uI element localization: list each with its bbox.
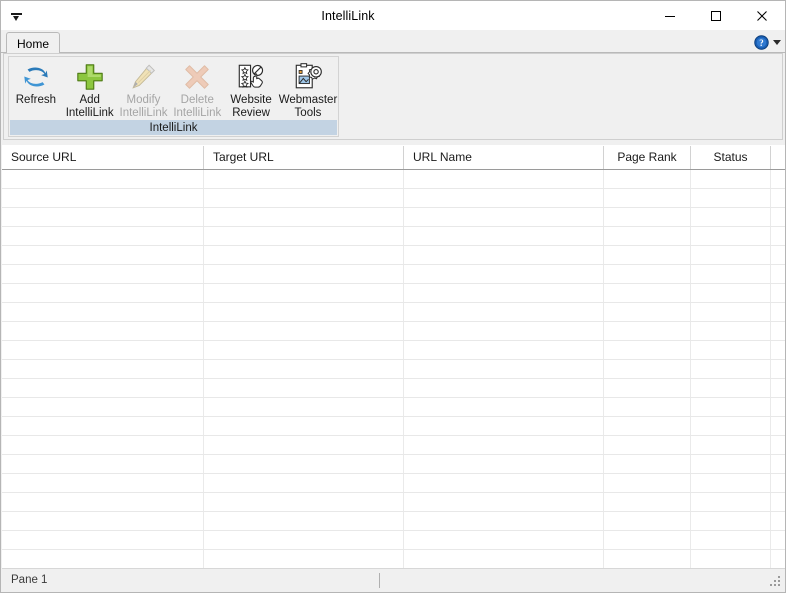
ribbon-group-buttons: Refresh Add IntelliLink Modify IntelliLi… xyxy=(9,57,338,123)
status-bar: Pane 1 xyxy=(2,568,785,591)
pencil-edit-icon xyxy=(127,61,159,93)
application-window: IntelliLink Home ? Refresh Add IntelliLi… xyxy=(0,0,786,593)
modify-intellilink-button[interactable]: Modify IntelliLink xyxy=(117,57,171,121)
table-row[interactable] xyxy=(2,417,785,436)
table-row[interactable] xyxy=(2,493,785,512)
grid-header-row: Source URL Target URL URL Name Page Rank… xyxy=(2,145,785,170)
column-divider-1[interactable] xyxy=(203,146,204,169)
close-icon xyxy=(757,11,767,21)
add-intellilink-button[interactable]: Add IntelliLink xyxy=(63,57,117,121)
ribbon-panel: Refresh Add IntelliLink Modify IntelliLi… xyxy=(3,53,783,140)
refresh-arrows-icon xyxy=(20,61,52,93)
status-pane-label: Pane 1 xyxy=(11,574,48,586)
green-plus-icon xyxy=(74,61,106,93)
tab-home-label: Home xyxy=(16,36,49,51)
table-row[interactable] xyxy=(2,360,785,379)
webmaster-tools-label: Webmaster Tools xyxy=(278,94,338,119)
column-header-target-url[interactable]: Target URL xyxy=(206,145,402,169)
help-area: ? xyxy=(754,32,781,52)
intellilink-grid: Source URL Target URL URL Name Page Rank… xyxy=(2,145,785,569)
grid-body[interactable] xyxy=(2,170,785,569)
table-row[interactable] xyxy=(2,550,785,569)
refresh-button-label: Refresh xyxy=(15,94,57,106)
column-header-source-url[interactable]: Source URL xyxy=(4,145,204,169)
orange-x-delete-icon xyxy=(181,61,213,93)
minimize-button[interactable] xyxy=(647,1,693,31)
status-bar-divider xyxy=(379,573,380,588)
grid-rows-container xyxy=(2,170,785,569)
table-row[interactable] xyxy=(2,512,785,531)
resize-grip-icon[interactable] xyxy=(770,576,782,588)
table-row[interactable] xyxy=(2,246,785,265)
window-controls xyxy=(647,1,785,31)
help-question-icon[interactable]: ? xyxy=(754,34,769,50)
ribbon: Refresh Add IntelliLink Modify IntelliLi… xyxy=(1,53,785,142)
minimize-icon xyxy=(665,16,675,17)
column-divider-5[interactable] xyxy=(770,146,771,169)
website-review-button[interactable]: Website Review xyxy=(224,57,278,121)
delete-intellilink-button[interactable]: Delete IntelliLink xyxy=(170,57,224,121)
close-button[interactable] xyxy=(739,1,785,31)
table-row[interactable] xyxy=(2,531,785,550)
table-row[interactable] xyxy=(2,189,785,208)
table-row[interactable] xyxy=(2,284,785,303)
table-row[interactable] xyxy=(2,379,785,398)
ribbon-tab-strip: Home ? xyxy=(1,30,785,54)
quick-access-toolbar-button[interactable] xyxy=(1,2,31,30)
quick-access-dropdown-icon xyxy=(10,11,22,22)
table-row[interactable] xyxy=(2,474,785,493)
title-bar: IntelliLink xyxy=(1,1,785,31)
table-row[interactable] xyxy=(2,398,785,417)
table-row[interactable] xyxy=(2,265,785,284)
table-row[interactable] xyxy=(2,303,785,322)
table-row[interactable] xyxy=(2,436,785,455)
maximize-button[interactable] xyxy=(693,1,739,31)
column-header-url-name[interactable]: URL Name xyxy=(406,145,602,169)
delete-intellilink-label: Delete IntelliLink xyxy=(173,94,222,119)
column-header-status[interactable]: Status xyxy=(691,145,770,169)
ribbon-group-label: IntelliLink xyxy=(10,120,337,135)
table-row[interactable] xyxy=(2,227,785,246)
table-row[interactable] xyxy=(2,455,785,474)
modify-intellilink-label: Modify IntelliLink xyxy=(119,94,168,119)
table-row[interactable] xyxy=(2,322,785,341)
table-row[interactable] xyxy=(2,170,785,189)
table-row[interactable] xyxy=(2,208,785,227)
column-divider-2[interactable] xyxy=(403,146,404,169)
table-row[interactable] xyxy=(2,341,785,360)
clipboard-gear-icon xyxy=(292,61,324,93)
add-intellilink-label: Add IntelliLink xyxy=(65,94,114,119)
column-header-page-rank[interactable]: Page Rank xyxy=(604,145,690,169)
chevron-down-icon[interactable] xyxy=(773,39,781,45)
webmaster-tools-button[interactable]: Webmaster Tools xyxy=(278,57,338,121)
refresh-button[interactable]: Refresh xyxy=(9,57,63,121)
ribbon-group-intellilink: Refresh Add IntelliLink Modify IntelliLi… xyxy=(8,56,339,137)
maximize-icon xyxy=(711,11,721,21)
website-review-label: Website Review xyxy=(230,94,272,119)
svg-text:?: ? xyxy=(759,37,763,47)
star-rating-hand-icon xyxy=(235,61,267,93)
tab-home[interactable]: Home xyxy=(6,32,60,54)
